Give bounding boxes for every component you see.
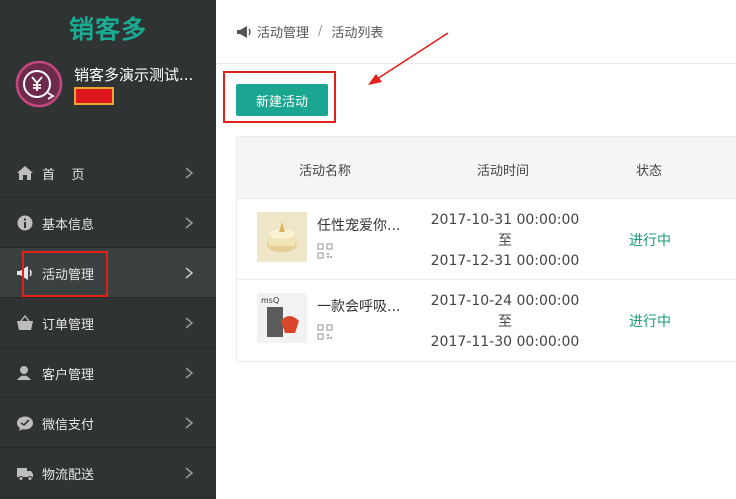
sidebar-item-label: 客户管理 xyxy=(42,368,95,383)
chevron-right-icon xyxy=(185,317,194,329)
activity-name[interactable]: 一款会呼吸... xyxy=(317,296,400,316)
redacted-badge xyxy=(74,87,114,105)
info-icon xyxy=(17,215,33,231)
breadcrumb-separator: / xyxy=(318,24,323,39)
new-activity-button[interactable]: 新建活动 xyxy=(236,84,328,116)
sidebar-nav: 首 页 基本信息 活动管理 订单管理 客户管理 微信支付 物流配送 xyxy=(0,148,216,498)
sidebar-item-label: 微信支付 xyxy=(42,418,95,433)
qr-code-icon[interactable] xyxy=(317,243,333,259)
chevron-right-icon xyxy=(185,217,194,229)
shop-avatar[interactable] xyxy=(15,60,63,108)
home-icon xyxy=(17,166,33,180)
activity-table: 活动名称 活动时间 状态 任性宠爱你... 2017-10-31 00:00:0… xyxy=(236,136,736,362)
svg-text:msQ: msQ xyxy=(261,296,279,305)
sidebar-item-basic-info[interactable]: 基本信息 xyxy=(0,198,216,248)
activity-time-to: 至 xyxy=(498,232,512,249)
status-badge: 进行中 xyxy=(629,314,671,330)
sidebar-item-wechat-pay[interactable]: 微信支付 xyxy=(0,398,216,448)
qr-code-icon[interactable] xyxy=(317,324,333,340)
sidebar-item-label: 活动管理 xyxy=(42,268,95,283)
sidebar: 销客多 销客多演示测试... 首 页 基本信息 活动管理 订单管理 客户管理 微… xyxy=(0,0,216,499)
column-header-status: 状态 xyxy=(636,164,663,179)
main-content: 活动管理 / 活动列表 新建活动 活动名称 活动时间 状态 任性宠爱你... 2… xyxy=(216,0,736,499)
activity-end-time: 2017-11-30 00:00:00 xyxy=(430,334,580,350)
activity-end-time: 2017-12-31 00:00:00 xyxy=(430,253,580,269)
sidebar-item-orders[interactable]: 订单管理 xyxy=(0,298,216,348)
shop-name: 销客多演示测试... xyxy=(74,66,194,84)
table-header: 活动名称 活动时间 状态 xyxy=(237,137,736,199)
sidebar-item-label: 物流配送 xyxy=(42,468,95,483)
activity-name[interactable]: 任性宠爱你... xyxy=(317,215,400,235)
truck-icon xyxy=(17,468,33,481)
activity-start-time: 2017-10-24 00:00:00 xyxy=(430,293,580,309)
table-row[interactable]: msQ 一款会呼吸... 2017-10-24 00:00:00 至 2017-… xyxy=(237,280,736,361)
sidebar-item-home[interactable]: 首 页 xyxy=(0,148,216,198)
user-icon xyxy=(17,366,31,380)
wechat-icon xyxy=(17,416,33,431)
breadcrumb-parent[interactable]: 活动管理 xyxy=(257,22,309,41)
sidebar-item-logistics[interactable]: 物流配送 xyxy=(0,448,216,498)
sidebar-item-customers[interactable]: 客户管理 xyxy=(0,348,216,398)
chevron-right-icon xyxy=(185,467,194,479)
logo: 销客多 xyxy=(68,15,147,44)
sidebar-item-label: 首 页 xyxy=(42,168,85,183)
chevron-right-icon xyxy=(185,417,194,429)
annotation-arrow xyxy=(368,32,449,85)
activity-time: 2017-10-31 00:00:00 至 2017-12-31 00:00:0… xyxy=(417,210,593,272)
product-thumbnail[interactable]: msQ xyxy=(257,293,307,343)
sidebar-item-label: 订单管理 xyxy=(42,318,95,333)
header-bar: 活动管理 / 活动列表 xyxy=(216,0,736,64)
column-header-time: 活动时间 xyxy=(477,164,530,179)
activity-start-time: 2017-10-31 00:00:00 xyxy=(430,212,580,228)
status-badge: 进行中 xyxy=(629,233,671,249)
app-root: 销客多 销客多演示测试... 首 页 基本信息 活动管理 订单管理 客户管理 微… xyxy=(0,0,736,499)
table-row[interactable]: 任性宠爱你... 2017-10-31 00:00:00 至 2017-12-3… xyxy=(237,199,736,280)
activity-time: 2017-10-24 00:00:00 至 2017-11-30 00:00:0… xyxy=(417,291,593,353)
megaphone-icon xyxy=(17,266,32,280)
column-header-name: 活动名称 xyxy=(299,164,352,179)
activity-time-to: 至 xyxy=(498,313,512,330)
sidebar-item-label: 基本信息 xyxy=(42,218,95,233)
sidebar-item-activity[interactable]: 活动管理 xyxy=(0,248,216,298)
chevron-right-icon xyxy=(185,267,194,279)
basket-icon xyxy=(17,315,33,330)
chevron-right-icon xyxy=(185,367,194,379)
chevron-right-icon xyxy=(185,167,194,179)
product-thumbnail[interactable] xyxy=(257,212,307,262)
megaphone-icon xyxy=(237,25,251,38)
